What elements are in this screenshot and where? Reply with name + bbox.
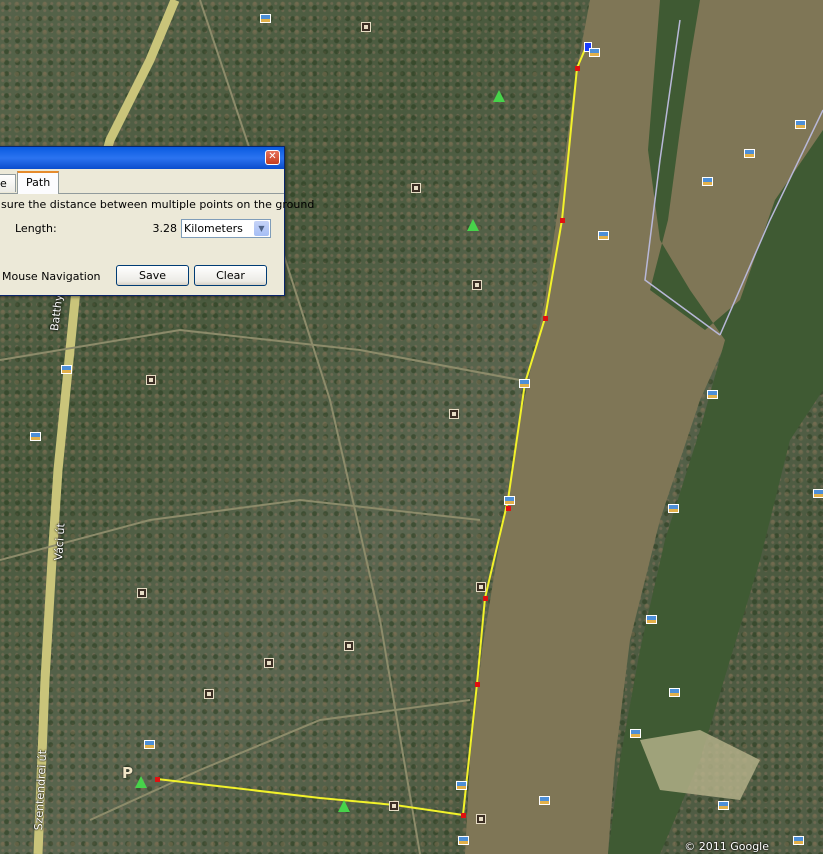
poi-marker-icon[interactable] — [361, 22, 371, 32]
photo-marker-icon[interactable] — [504, 496, 515, 505]
mouse-navigation-label: Mouse Navigation — [2, 270, 101, 283]
photo-marker-icon[interactable] — [30, 432, 41, 441]
poi-marker-icon[interactable] — [476, 814, 486, 824]
photo-marker-icon[interactable] — [458, 836, 469, 845]
photo-marker-icon[interactable] — [718, 801, 729, 810]
road-minor-2 — [0, 498, 481, 561]
path-vertex[interactable] — [560, 218, 565, 223]
park-tree-icon[interactable] — [493, 90, 505, 102]
photo-marker-icon[interactable] — [646, 615, 657, 624]
chevron-down-icon[interactable]: ▼ — [254, 221, 269, 236]
unit-selected-value: Kilometers — [184, 222, 243, 235]
photo-marker-icon[interactable] — [707, 390, 718, 399]
photo-marker-icon[interactable] — [669, 688, 680, 697]
road-minor-3 — [199, 0, 421, 854]
photo-marker-icon[interactable] — [61, 365, 72, 374]
road-batthyany — [33, 0, 180, 854]
poi-marker-icon[interactable] — [344, 641, 354, 651]
photo-marker-icon[interactable] — [702, 177, 713, 186]
road-label-vaci: Váci út — [52, 522, 68, 561]
road-minor-1 — [0, 328, 521, 381]
close-icon[interactable]: ✕ — [265, 150, 280, 165]
photo-marker-icon[interactable] — [630, 729, 641, 738]
photo-marker-icon[interactable] — [539, 796, 550, 805]
satellite-map[interactable]: Batthyány Váci út Szentendrei út P © 201… — [0, 0, 823, 854]
clear-button[interactable]: Clear — [194, 265, 267, 286]
poi-marker-icon[interactable] — [449, 409, 459, 419]
photo-marker-icon[interactable] — [144, 740, 155, 749]
unit-select[interactable]: Kilometers ▼ — [181, 219, 271, 238]
park-tree-icon[interactable] — [467, 219, 479, 231]
poi-marker-icon[interactable] — [389, 801, 399, 811]
photo-marker-icon[interactable] — [456, 781, 467, 790]
copyright-text: © 2011 Google — [684, 840, 769, 853]
photo-marker-icon[interactable] — [813, 489, 823, 498]
photo-marker-icon[interactable] — [589, 48, 600, 57]
mouse-navigation-checkbox[interactable]: Mouse Navigation — [2, 270, 101, 283]
path-vertex[interactable] — [575, 66, 580, 71]
save-button[interactable]: Save — [116, 265, 189, 286]
map-overlay — [0, 0, 823, 854]
path-vertex[interactable] — [461, 813, 466, 818]
path-vertex[interactable] — [155, 777, 160, 782]
length-label: Length: — [15, 222, 57, 235]
park-tree-icon[interactable] — [338, 800, 350, 812]
ruler-tabs: e Path — [0, 171, 284, 194]
tab-line[interactable]: e — [0, 174, 16, 192]
ruler-description: sure the distance between multiple point… — [1, 198, 315, 211]
photo-marker-icon[interactable] — [795, 120, 806, 129]
poi-marker-icon[interactable] — [137, 588, 147, 598]
dialog-titlebar[interactable] — [0, 147, 284, 169]
poi-marker-icon[interactable] — [264, 658, 274, 668]
parking-icon[interactable]: P — [122, 764, 133, 782]
poi-marker-icon[interactable] — [204, 689, 214, 699]
poi-marker-icon[interactable] — [411, 183, 421, 193]
park-tree-icon[interactable] — [135, 776, 147, 788]
photo-marker-icon[interactable] — [598, 231, 609, 240]
photo-marker-icon[interactable] — [519, 379, 530, 388]
photo-marker-icon[interactable] — [668, 504, 679, 513]
poi-marker-icon[interactable] — [476, 582, 486, 592]
ruler-dialog[interactable]: ✕ e Path sure the distance between multi… — [0, 146, 314, 296]
photo-marker-icon[interactable] — [744, 149, 755, 158]
path-vertex[interactable] — [483, 596, 488, 601]
road-minor-4 — [89, 699, 471, 821]
tab-path[interactable]: Path — [17, 171, 60, 194]
path-vertex[interactable] — [543, 316, 548, 321]
path-vertex[interactable] — [506, 506, 511, 511]
path-vertex[interactable] — [475, 682, 480, 687]
length-value: 3.28 — [152, 222, 178, 235]
poi-marker-icon[interactable] — [472, 280, 482, 290]
photo-marker-icon[interactable] — [793, 836, 804, 845]
poi-marker-icon[interactable] — [146, 375, 156, 385]
photo-marker-icon[interactable] — [260, 14, 271, 23]
